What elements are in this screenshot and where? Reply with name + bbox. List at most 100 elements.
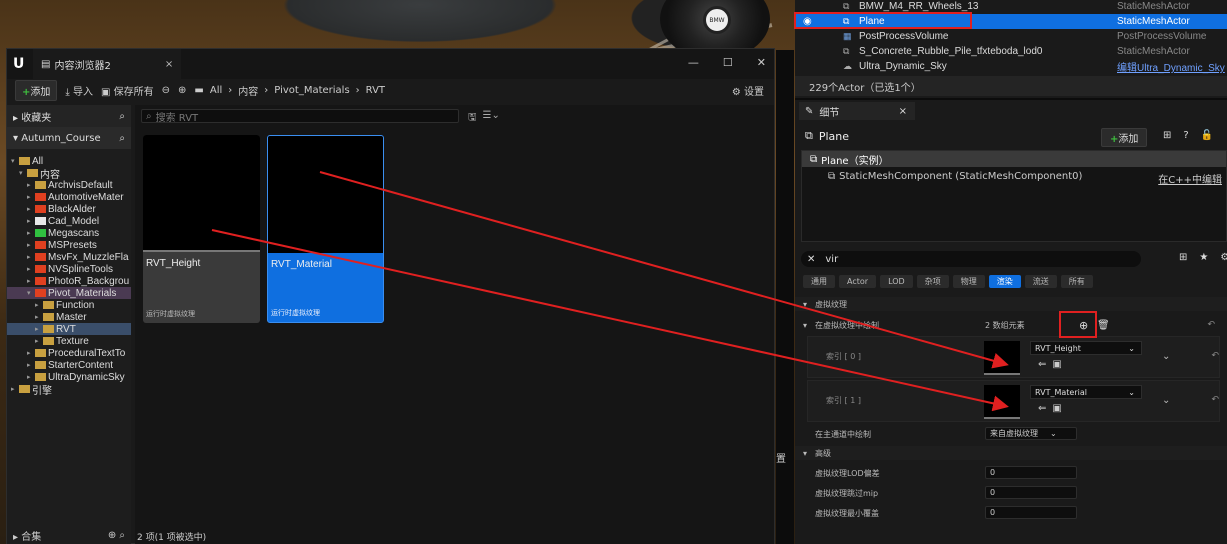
trash-icon[interactable]: 🗑 [1097, 320, 1110, 331]
tab-actor[interactable]: Actor [839, 275, 877, 288]
reset-icon[interactable]: ↶ [1211, 395, 1219, 405]
star-icon[interactable]: ★ [1199, 252, 1208, 263]
tree-folder[interactable]: ▸ UltraDynamicSky [7, 371, 131, 383]
project-section[interactable]: ▾ Autumn_Course ⌕ [7, 127, 131, 149]
tab-physics[interactable]: 物理 [952, 275, 985, 288]
tree-folder[interactable]: ▾ 内容 [7, 167, 131, 179]
forward-icon[interactable]: ⊕ [178, 85, 186, 96]
tree-folder[interactable]: ▸ StarterContent [7, 359, 131, 371]
search-icon[interactable]: ⌕ [119, 111, 125, 122]
tree-folder[interactable]: ▸ NVSplineTools [7, 263, 131, 275]
minimize-icon[interactable]: — [688, 56, 699, 69]
tree-folder[interactable]: ▾ All [7, 155, 131, 167]
asset-tile-selected[interactable]: RVT_Material 运行时虚拟纹理 [267, 135, 384, 323]
lod-bias-input[interactable]: 0 [985, 466, 1077, 479]
chevron-down-icon[interactable]: ⌄ [1162, 351, 1170, 362]
import-button[interactable]: ⤓ 导入 [65, 83, 93, 98]
breadcrumb-item[interactable]: All [210, 85, 222, 96]
chevron-down-icon[interactable]: ⌄ [1162, 395, 1170, 406]
maximize-icon[interactable]: ☐ [723, 56, 733, 69]
tree-folder[interactable]: ▸ ArchvisDefault [7, 179, 131, 191]
tab-details[interactable]: ✎ 细节 × [799, 102, 915, 120]
tree-folder[interactable]: ▸ Megascans [7, 227, 131, 239]
add-button[interactable]: +添加 [15, 79, 58, 101]
breadcrumb-item[interactable]: 内容 [238, 83, 258, 98]
chevron-icon[interactable]: ▸ [35, 301, 43, 309]
tab-content-browser[interactable]: ▤ 内容浏览器2 × [33, 49, 182, 79]
skip-mip-input[interactable]: 0 [985, 486, 1077, 499]
chevron-icon[interactable]: ▸ [27, 361, 35, 369]
chevron-icon[interactable]: ▸ [11, 385, 19, 393]
instance-row[interactable]: ⧉ Plane（实例） [802, 151, 1226, 167]
reset-icon[interactable]: ↶ [1211, 351, 1219, 361]
tree-folder[interactable]: ▸ 引擎 [7, 383, 131, 395]
rvt-select-1[interactable]: RVT_Material ⌄ [1030, 385, 1142, 399]
section-advanced[interactable]: ▾ 高级 [795, 446, 1227, 460]
tree-folder[interactable]: ▸ Texture [7, 335, 131, 347]
close-icon[interactable]: × [165, 59, 173, 70]
blueprint-icon[interactable]: ⊞ [1163, 130, 1171, 141]
tree-folder[interactable]: ▸ PhotoR_Backgrou [7, 275, 131, 287]
chevron-icon[interactable]: ▸ [27, 229, 35, 237]
tree-folder[interactable]: ▸ AutomotiveMater [7, 191, 131, 203]
chevron-icon[interactable]: ▸ [27, 205, 35, 213]
chevron-icon[interactable]: ▸ [27, 277, 35, 285]
reset-icon[interactable]: ↶ [1207, 320, 1215, 330]
save-all-button[interactable]: ▣ 保存所有 [101, 83, 154, 98]
draw-main-select[interactable]: 来自虚拟纹理 ⌄ [985, 427, 1077, 440]
edit-in-cpp-link[interactable]: 在C++中编辑 [1158, 171, 1222, 186]
chevron-icon[interactable]: ▸ [27, 241, 35, 249]
tree-folder[interactable]: ▸ ProceduralTextTo [7, 347, 131, 359]
favorites-section[interactable]: ▸ 收藏夹 ⌕ [7, 105, 131, 127]
chevron-icon[interactable]: ▾ [11, 157, 19, 165]
breadcrumb-item[interactable]: Pivot_Materials [274, 85, 349, 96]
chevron-icon[interactable]: ▸ [27, 373, 35, 381]
grid-view-icon[interactable]: ⊞ [1179, 252, 1187, 263]
min-coverage-input[interactable]: 0 [985, 506, 1077, 519]
outliner-row[interactable]: ⧉ S_Concrete_Rubble_Pile_tfxteboda_lod0 … [795, 44, 1227, 59]
tree-folder[interactable]: ▸ RVT [7, 323, 131, 335]
clear-icon[interactable]: ✕ [807, 254, 815, 265]
chevron-icon[interactable]: ▸ [27, 181, 35, 189]
edit-blueprint-link[interactable]: 编辑Ultra_Dynamic_Sky [1117, 59, 1225, 74]
search-input[interactable]: ⌕ 搜索 RVT [141, 109, 459, 124]
breadcrumb-item[interactable]: RVT [366, 85, 385, 96]
lock-icon[interactable]: 🔓 [1201, 130, 1213, 141]
tree-folder[interactable]: ▸ Function [7, 299, 131, 311]
use-selected-icon[interactable]: ⇐ [1038, 359, 1046, 370]
chevron-icon[interactable]: ▸ [27, 217, 35, 225]
outliner-row[interactable]: ☁ Ultra_Dynamic_Sky 编辑Ultra_Dynamic_Sky [795, 59, 1227, 74]
gear-icon[interactable]: ⚙ [1220, 252, 1227, 263]
settings-button[interactable]: ⚙ 设置 [732, 83, 764, 98]
tab-rendering[interactable]: 渲染 [988, 275, 1021, 288]
chevron-icon[interactable]: ▾ [27, 289, 35, 297]
chevron-icon[interactable]: ▸ [35, 313, 43, 321]
browse-icon[interactable]: ▣ [1052, 403, 1061, 414]
tree-folder[interactable]: ▸ MSPresets [7, 239, 131, 251]
title-bar[interactable]: U ▤ 内容浏览器2 × — ☐ ✕ [7, 49, 774, 79]
tab-all[interactable]: 所有 [1060, 275, 1093, 288]
search-icon[interactable]: ⌕ [119, 133, 125, 144]
chevron-icon[interactable]: ▸ [27, 265, 35, 273]
outliner-row[interactable]: ▦ PostProcessVolume PostProcessVolume [795, 29, 1227, 44]
tree-folder[interactable]: ▸ BlackAlder [7, 203, 131, 215]
chevron-icon[interactable]: ▸ [35, 325, 43, 333]
chevron-icon[interactable]: ▸ [35, 337, 43, 345]
filter-icon[interactable]: ☰⌄ [483, 110, 500, 127]
chevron-icon[interactable]: ▸ [27, 253, 35, 261]
search-input[interactable]: ✕ vir [801, 251, 1141, 267]
tab-streaming[interactable]: 流送 [1024, 275, 1057, 288]
help-icon[interactable]: ? [1183, 130, 1188, 141]
collections-section[interactable]: ▸ 合集 ⊕ ⌕ [7, 525, 131, 544]
use-selected-icon[interactable]: ⇐ [1038, 403, 1046, 414]
chevron-icon[interactable]: ▸ [27, 349, 35, 357]
browse-icon[interactable]: ▣ [1052, 359, 1061, 370]
close-icon[interactable]: × [899, 106, 907, 117]
tab-lod[interactable]: LOD [880, 275, 913, 288]
tree-folder[interactable]: ▸ MsvFx_MuzzleFla [7, 251, 131, 263]
rvt-select-0[interactable]: RVT_Height ⌄ [1030, 341, 1142, 355]
tree-folder[interactable]: ▾ Pivot_Materials [7, 287, 131, 299]
close-icon[interactable]: ✕ [757, 56, 766, 69]
tab-general[interactable]: 通用 [803, 275, 835, 288]
section-virtual-texture[interactable]: ▾ 虚拟纹理 [795, 297, 1227, 311]
